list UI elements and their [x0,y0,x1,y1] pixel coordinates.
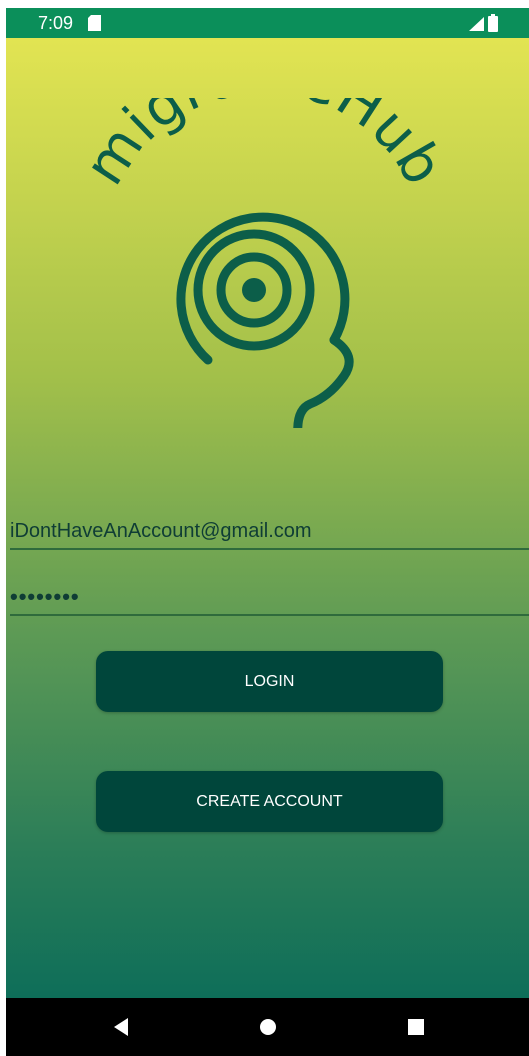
login-button[interactable]: LOGIN [96,651,443,712]
recents-button[interactable] [386,998,446,1056]
home-icon [260,1019,276,1035]
sd-card-icon [88,15,101,31]
status-time: 7:09 [38,13,74,33]
app-frame: 7:09 migraineHub [6,8,529,1056]
back-icon [114,1018,128,1036]
migrainehub-logo: migraineHub [76,98,456,428]
back-button[interactable] [90,998,150,1056]
create-account-button[interactable]: CREATE ACCOUNT [96,771,443,832]
head-spiral-icon [176,212,354,428]
login-screen: migraineHub iDontHaveAnAccount@gmail.com… [6,38,529,998]
battery-icon [488,14,498,32]
recents-icon [408,1019,424,1035]
password-field[interactable]: •••••••• [10,580,529,616]
navigation-bar [6,998,529,1056]
logo-text: migraineHub [76,98,456,196]
home-button[interactable] [238,998,298,1056]
status-bar: 7:09 [6,8,529,38]
signal-icon [469,17,484,31]
email-field[interactable]: iDontHaveAnAccount@gmail.com [10,514,529,550]
